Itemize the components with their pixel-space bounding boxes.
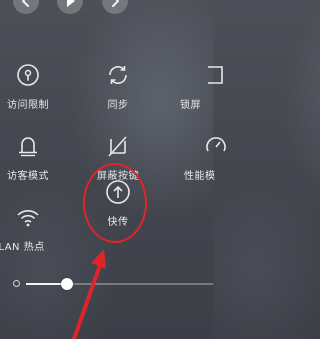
arrow-annotation bbox=[72, 249, 106, 339]
